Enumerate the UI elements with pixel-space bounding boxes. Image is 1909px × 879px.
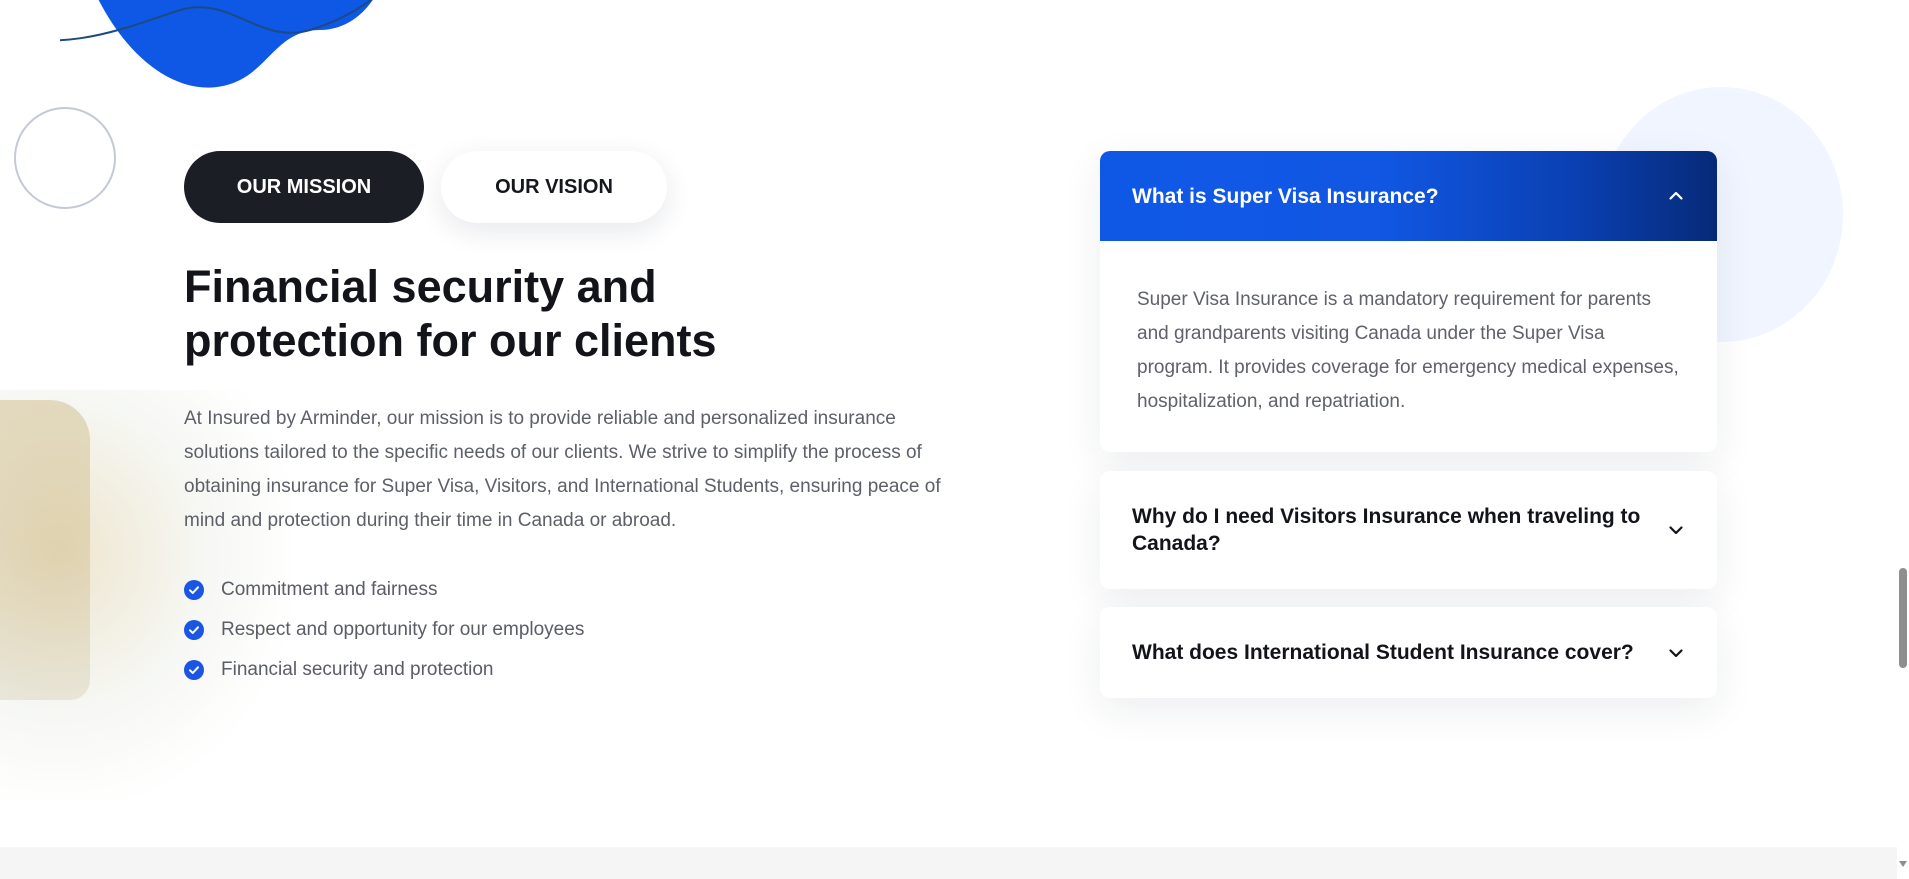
trophy-cup-image xyxy=(0,400,90,700)
chevron-up-icon[interactable] xyxy=(1667,187,1685,205)
tab-our-mission[interactable]: OUR MISSION xyxy=(184,151,424,223)
chevron-down-icon[interactable] xyxy=(1667,521,1685,539)
mission-intro: At Insured by Arminder, our mission is t… xyxy=(184,408,941,531)
check-circle-icon xyxy=(184,620,204,640)
faq-item-international-student: What does International Student Insuranc… xyxy=(1100,607,1717,698)
faq-answer-super-visa: Super Visa Insurance is a mandatory requ… xyxy=(1137,289,1679,412)
feature-item: Respect and opportunity for our employee… xyxy=(184,610,584,650)
feature-item: Financial security and protection xyxy=(184,650,584,690)
check-circle-icon xyxy=(184,660,204,680)
check-circle-icon xyxy=(184,580,204,600)
chevron-down-icon[interactable] xyxy=(1667,644,1685,662)
next-section-strip xyxy=(0,847,1909,879)
feature-label: Commitment and fairness xyxy=(221,579,438,600)
feature-label: Financial security and protection xyxy=(221,659,494,680)
tab-our-vision[interactable]: OUR VISION xyxy=(441,151,667,223)
faq-question-text: What is Super Visa Insurance? xyxy=(1132,184,1439,208)
headline-line-1: Financial security and xyxy=(184,261,657,312)
faq-item-super-visa: What is Super Visa Insurance? Super Visa… xyxy=(1100,151,1717,452)
faq-question-international-student[interactable]: What does International Student Insuranc… xyxy=(1100,607,1717,698)
feature-item: Commitment and fairness xyxy=(184,570,584,610)
faq-question-text: Why do I need Visitors Insurance when tr… xyxy=(1132,505,1641,555)
mission-headline: Financial security and protection for ou… xyxy=(184,260,804,368)
scroll-down-arrow-icon[interactable] xyxy=(1899,861,1907,867)
decorative-blob xyxy=(60,0,373,88)
faq-question-visitors[interactable]: Why do I need Visitors Insurance when tr… xyxy=(1100,471,1717,589)
faq-question-super-visa[interactable]: What is Super Visa Insurance? xyxy=(1100,151,1717,241)
feature-label: Respect and opportunity for our employee… xyxy=(221,619,585,640)
page: OUR MISSION OUR VISION Financial securit… xyxy=(0,0,1909,879)
scrollbar-thumb[interactable] xyxy=(1899,568,1907,668)
feature-list: Commitment and fairness Respect and oppo… xyxy=(184,570,584,690)
headline-line-2: protection for our clients xyxy=(184,315,717,366)
faq-item-visitors: Why do I need Visitors Insurance when tr… xyxy=(1100,471,1717,589)
faq-question-text: What does International Student Insuranc… xyxy=(1132,641,1634,664)
decorative-ring xyxy=(14,107,116,209)
page-scrollbar[interactable] xyxy=(1897,0,1909,879)
